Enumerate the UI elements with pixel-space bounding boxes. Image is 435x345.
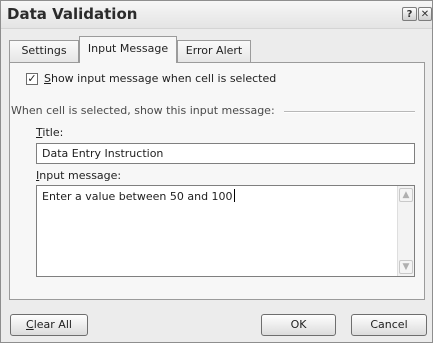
show-input-message-checkbox[interactable]: ✓: [26, 73, 38, 85]
title-label: Title:: [36, 126, 63, 139]
mnemonic-s: S: [44, 72, 51, 85]
clear-all-text: lear All: [33, 318, 72, 331]
clear-all-button[interactable]: Clear All: [10, 314, 88, 336]
close-button[interactable]: ✕: [418, 7, 432, 21]
input-message-text: Enter a value between 50 and 100: [42, 190, 233, 203]
input-message-textarea[interactable]: Enter a value between 50 and 100 ▲ ▼: [36, 185, 415, 277]
show-input-message-text: how input message when cell is selected: [50, 72, 277, 85]
tab-input-message[interactable]: Input Message: [79, 36, 177, 63]
message-scrollbar[interactable]: ▲ ▼: [397, 186, 414, 276]
scroll-down-arrow-icon[interactable]: ▼: [399, 260, 413, 274]
help-button[interactable]: ?: [402, 7, 417, 21]
tab-panel-input-message: ✓ Show input message when cell is select…: [9, 62, 425, 300]
ok-button[interactable]: OK: [261, 314, 336, 336]
tab-error-alert[interactable]: Error Alert: [177, 40, 251, 62]
mnemonic-c: C: [26, 318, 34, 331]
tab-settings[interactable]: Settings: [9, 40, 79, 62]
show-input-message-label[interactable]: Show input message when cell is selected: [44, 72, 276, 85]
title-label-text: itle:: [42, 126, 64, 139]
scroll-up-arrow-icon[interactable]: ▲: [399, 188, 413, 202]
cancel-button[interactable]: Cancel: [351, 314, 427, 336]
text-caret: [233, 189, 235, 202]
group-label: When cell is selected, show this input m…: [11, 104, 275, 117]
dialog-title: Data Validation: [7, 5, 138, 23]
title-input[interactable]: Data Entry Instruction: [36, 143, 415, 164]
input-message-label: Input message:: [36, 169, 121, 182]
data-validation-dialog: Data Validation ? ✕ Settings Input Messa…: [0, 0, 433, 343]
title-bar[interactable]: Data Validation ? ✕: [1, 1, 432, 29]
input-message-label-text: nput message:: [39, 169, 122, 182]
group-divider: [284, 111, 415, 113]
